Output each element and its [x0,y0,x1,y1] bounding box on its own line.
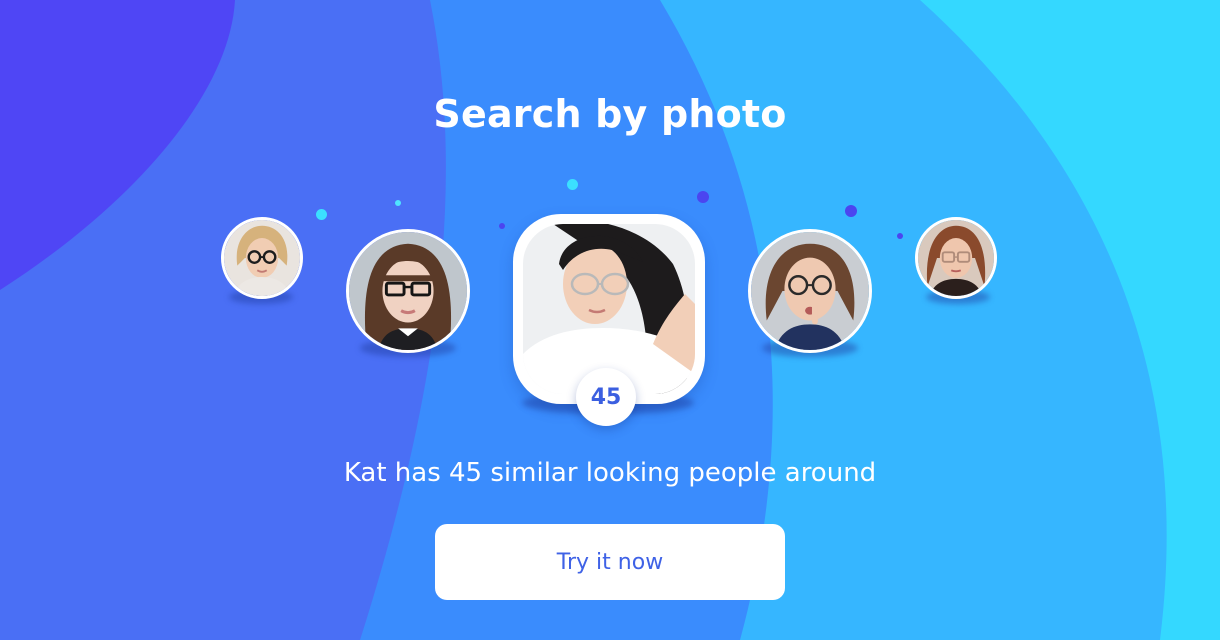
decor-dot [697,191,709,203]
decor-dot [395,200,401,206]
person-photo-icon [751,232,869,350]
match-summary-text: Kat has 45 similar looking people around [343,458,877,488]
avatar-far-right[interactable] [915,217,997,299]
promo-banner: Search by photo 45 Kat has 45 similar lo… [0,0,1220,640]
decor-dot [567,179,578,190]
person-photo-icon [349,232,467,350]
page-title: Search by photo [433,92,787,136]
avatar-far-left[interactable] [221,217,303,299]
decor-dot [897,233,903,239]
avatar-left[interactable] [346,229,470,353]
decor-dot [499,223,505,229]
person-photo-icon [918,220,994,296]
match-count-badge: 45 [576,368,636,426]
person-photo-icon [224,220,300,296]
decor-dot [845,205,857,217]
decor-dot [316,209,327,220]
avatar-right[interactable] [748,229,872,353]
try-it-now-button[interactable]: Try it now [435,524,785,600]
